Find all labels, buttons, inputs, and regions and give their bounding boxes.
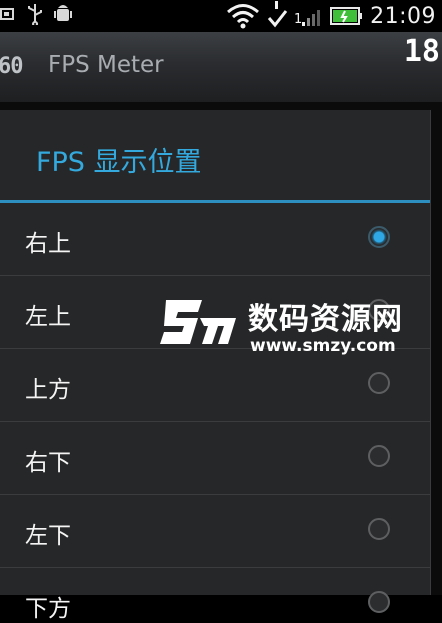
- usb-icon: [26, 3, 44, 29]
- option-label: 上方: [25, 377, 71, 403]
- sync-check-icon: [266, 0, 288, 33]
- watermark-url: www.smzy.com: [250, 336, 396, 356]
- android-debug-icon: [54, 3, 72, 29]
- dialog-title: FPS 显示位置: [36, 147, 202, 178]
- status-time: 21:09: [370, 3, 436, 29]
- app-logo: 60: [0, 53, 23, 79]
- radio-button[interactable]: [368, 372, 390, 394]
- wifi-icon: [226, 3, 260, 29]
- svg-text:1: 1: [294, 12, 302, 27]
- radio-button[interactable]: [368, 518, 390, 540]
- watermark-logo-icon: [160, 300, 236, 344]
- position-options-list: 右上 左上 上方 右下 左下 下方: [0, 203, 430, 622]
- battery-charging-icon: [330, 5, 364, 27]
- option-label: 下方: [25, 596, 71, 622]
- app-title: FPS Meter: [48, 52, 164, 78]
- option-bottom[interactable]: 下方: [0, 568, 430, 622]
- status-right-icons: 1 21:09: [226, 0, 436, 32]
- option-label: 右下: [25, 450, 71, 476]
- option-bottom-left[interactable]: 左下: [0, 495, 430, 568]
- status-left-icons: [0, 3, 72, 29]
- radio-button[interactable]: [368, 591, 390, 613]
- watermark-text: 数码资源网: [248, 302, 403, 337]
- radio-button[interactable]: [368, 445, 390, 467]
- app-logo-text: 60: [0, 53, 23, 79]
- option-bottom-right[interactable]: 右下: [0, 422, 430, 495]
- option-label: 左下: [25, 523, 71, 549]
- option-top-right[interactable]: 右上: [0, 203, 430, 276]
- watermark: 数码资源网 www.smzy.com: [158, 292, 408, 362]
- sd-card-icon: [0, 6, 16, 26]
- radio-button-selected[interactable]: [368, 226, 390, 248]
- status-bar: 1 21:09: [0, 0, 442, 32]
- fps-counter: 18: [403, 34, 440, 69]
- signal-icon: 1: [294, 3, 324, 29]
- option-label: 右上: [25, 231, 71, 257]
- option-label: 左上: [25, 304, 71, 330]
